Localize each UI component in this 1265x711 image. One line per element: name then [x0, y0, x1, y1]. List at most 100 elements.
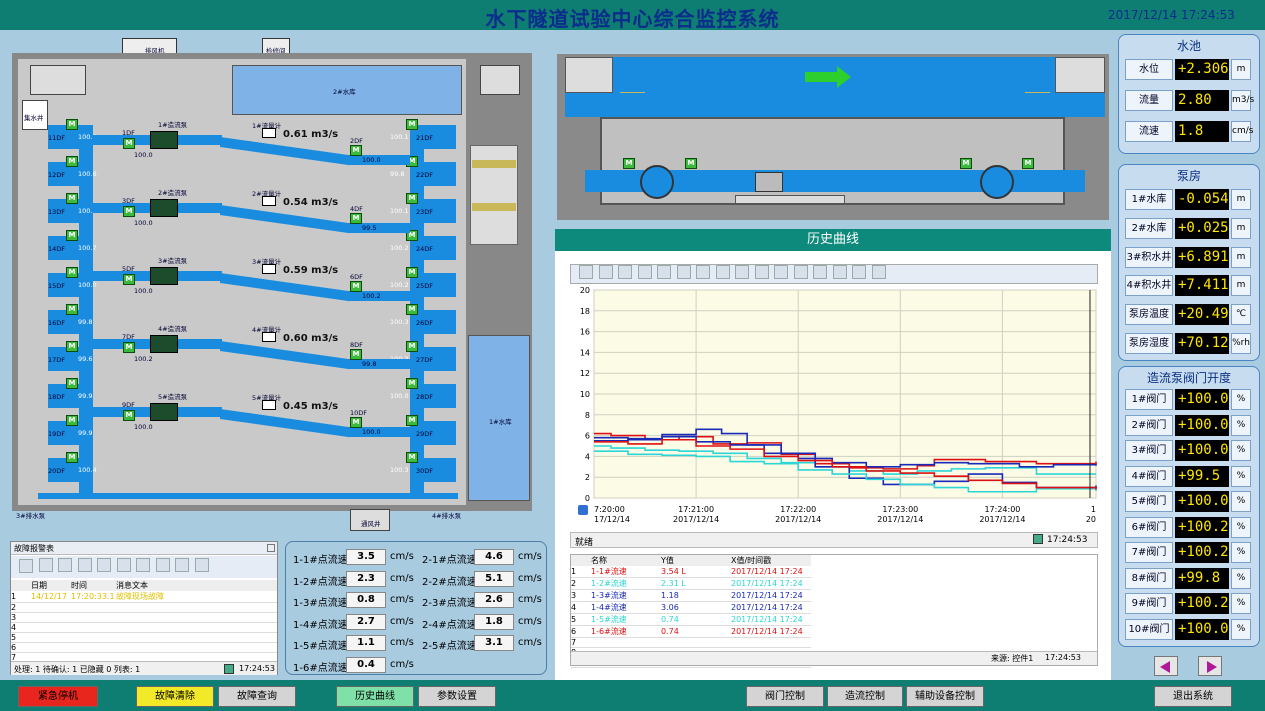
fault-row[interactable]: 5	[11, 632, 277, 643]
history-button[interactable]: 历史曲线	[336, 686, 414, 707]
pump-in-valve-motor[interactable]: M	[123, 342, 135, 353]
fault-sort-icon[interactable]	[175, 557, 189, 572]
series-row[interactable]: 3 1-3#流速 1.18 2017/12/14 17:24	[571, 589, 811, 602]
axis-toggle-icon[interactable]	[578, 505, 588, 515]
pump-out-valve-motor[interactable]: M	[350, 281, 362, 292]
valves-value: +100.0	[1175, 491, 1229, 512]
first-page-icon[interactable]	[618, 265, 632, 279]
right-valve-motor[interactable]: M	[406, 304, 418, 315]
left-valve-motor[interactable]: M	[66, 119, 78, 130]
aux-control-button[interactable]: 辅助设备控制	[906, 686, 984, 707]
left-valve-motor[interactable]: M	[66, 267, 78, 278]
fault-row[interactable]: 1 14/12/17 17:20:33.1 故障现场故障	[11, 591, 277, 603]
pumproom-row: 泵房温度 +20.49 ℃	[1125, 304, 1251, 326]
series-row[interactable]: 6 1-6#流速 0.74 2017/12/14 17:24	[571, 625, 811, 638]
motor-valve-m3[interactable]: M	[960, 158, 972, 169]
series-row[interactable]: 7	[571, 637, 811, 648]
select-icon[interactable]	[754, 265, 769, 279]
left-valve-motor[interactable]: M	[66, 452, 78, 463]
exit-button[interactable]: 退出系统	[1154, 686, 1232, 707]
right-valve-motor[interactable]: M	[406, 378, 418, 389]
pumproom-unit: m	[1231, 217, 1251, 239]
left-valve-motor[interactable]: M	[66, 341, 78, 352]
right-valve-motor[interactable]: M	[406, 119, 418, 130]
valves-row: 10#阀门 +100.0%	[1125, 618, 1251, 640]
prev-page-button[interactable]	[1154, 656, 1178, 676]
config-icon[interactable]	[598, 265, 613, 279]
pump-discharge-pipe	[178, 271, 222, 281]
pump-in-valve-motor[interactable]: M	[123, 410, 135, 421]
fault-print-icon[interactable]	[155, 557, 170, 572]
pan-icon[interactable]	[715, 265, 730, 279]
fault-help-icon[interactable]	[19, 559, 33, 573]
valve-control-button[interactable]: 阀门控制	[746, 686, 824, 707]
left-valve-motor[interactable]: M	[66, 230, 78, 241]
pump-in-valve-motor[interactable]: M	[123, 206, 135, 217]
ruler-icon[interactable]	[735, 265, 749, 279]
pump-out-valve-motor[interactable]: M	[350, 213, 362, 224]
flow-control-button[interactable]: 造流控制	[827, 686, 903, 707]
stop-icon[interactable]	[774, 265, 788, 279]
motor-valve-m2[interactable]: M	[685, 158, 697, 169]
params-button[interactable]: 参数设置	[418, 686, 496, 707]
history-chart[interactable]: 0 2 4 6 8 10 12 14 16 18 20 7:20:0017/12/14 17:21:0…	[570, 286, 1098, 532]
next-page-icon[interactable]	[657, 265, 671, 279]
flowmeter-icon	[262, 332, 276, 342]
left-valve-motor[interactable]: M	[66, 156, 78, 167]
right-valve-motor[interactable]: M	[406, 193, 418, 204]
pump-out-valve-motor[interactable]: M	[350, 417, 362, 428]
pumproom-title: 泵房	[1176, 169, 1201, 183]
export-icon[interactable]	[813, 265, 827, 279]
valves-label: 8#阀门	[1125, 567, 1173, 589]
pump-out-valve-motor[interactable]: M	[350, 349, 362, 360]
reset-icon[interactable]	[871, 265, 886, 279]
fault-row[interactable]: 6	[11, 642, 277, 653]
fault-config-icon[interactable]	[38, 557, 53, 572]
fault-row-date	[31, 632, 71, 643]
left-valve-motor[interactable]: M	[66, 378, 78, 389]
right-valve-motor[interactable]: M	[406, 452, 418, 463]
right-valve-value: 99.8	[390, 170, 405, 178]
marker-icon[interactable]	[852, 265, 866, 279]
fault-query-button[interactable]: 故障查询	[218, 686, 296, 707]
help-icon[interactable]	[579, 265, 593, 279]
pump-name: 1#造流泵	[158, 121, 188, 129]
right-valve-motor[interactable]: M	[406, 341, 418, 352]
series-row[interactable]: 5 1-5#流速 0.74 2017/12/14 17:24	[571, 613, 811, 626]
left-valve-motor[interactable]: M	[66, 193, 78, 204]
emergency-stop-button[interactable]: 紧急停机	[18, 686, 98, 707]
cursor-icon[interactable]	[832, 265, 847, 279]
clear-fault-button[interactable]: 故障清除	[136, 686, 214, 707]
fault-list-icon[interactable]	[116, 557, 131, 572]
last-page-icon[interactable]	[676, 265, 691, 279]
zoom-icon[interactable]	[696, 265, 710, 279]
fault-row-time: 17:20:33.1	[71, 591, 116, 603]
motor-valve-m4[interactable]: M	[1022, 158, 1034, 169]
pump-out-valve-motor[interactable]: M	[350, 145, 362, 156]
fault-row[interactable]: 4	[11, 622, 277, 633]
series-row-y: 3.54 L	[661, 566, 731, 578]
left-valve-motor[interactable]: M	[66, 415, 78, 426]
right-valve-label: 28DF	[416, 393, 434, 401]
fault-ackall-icon[interactable]	[77, 557, 92, 572]
fault-ack-icon[interactable]	[58, 557, 72, 572]
fault-export-icon[interactable]	[136, 557, 150, 572]
right-valve-motor[interactable]: M	[406, 415, 418, 426]
series-row[interactable]: 1 1-1#流速 3.54 L 2017/12/14 17:24	[571, 566, 811, 578]
fault-close-icon[interactable]	[267, 544, 275, 552]
valves-value: +100.2	[1175, 516, 1229, 538]
left-valve-motor[interactable]: M	[66, 304, 78, 315]
fault-row[interactable]: 2	[11, 602, 277, 613]
next-page-button[interactable]	[1198, 656, 1222, 676]
series-row[interactable]: 2 1-2#流速 2.31 L 2017/12/14 17:24	[571, 577, 811, 590]
right-valve-motor[interactable]: M	[406, 267, 418, 278]
fault-filter-icon[interactable]	[97, 557, 111, 572]
prev-page-icon[interactable]	[637, 265, 652, 279]
fault-lock-icon[interactable]	[194, 557, 209, 572]
fault-row[interactable]: 3	[11, 612, 277, 623]
print-icon[interactable]	[793, 265, 808, 279]
pump-in-valve-motor[interactable]: M	[123, 274, 135, 285]
motor-valve-m1[interactable]: M	[623, 158, 635, 169]
series-row[interactable]: 4 1-4#流速 3.06 2017/12/14 17:24	[571, 601, 811, 614]
pump-in-valve-motor[interactable]: M	[123, 138, 135, 149]
